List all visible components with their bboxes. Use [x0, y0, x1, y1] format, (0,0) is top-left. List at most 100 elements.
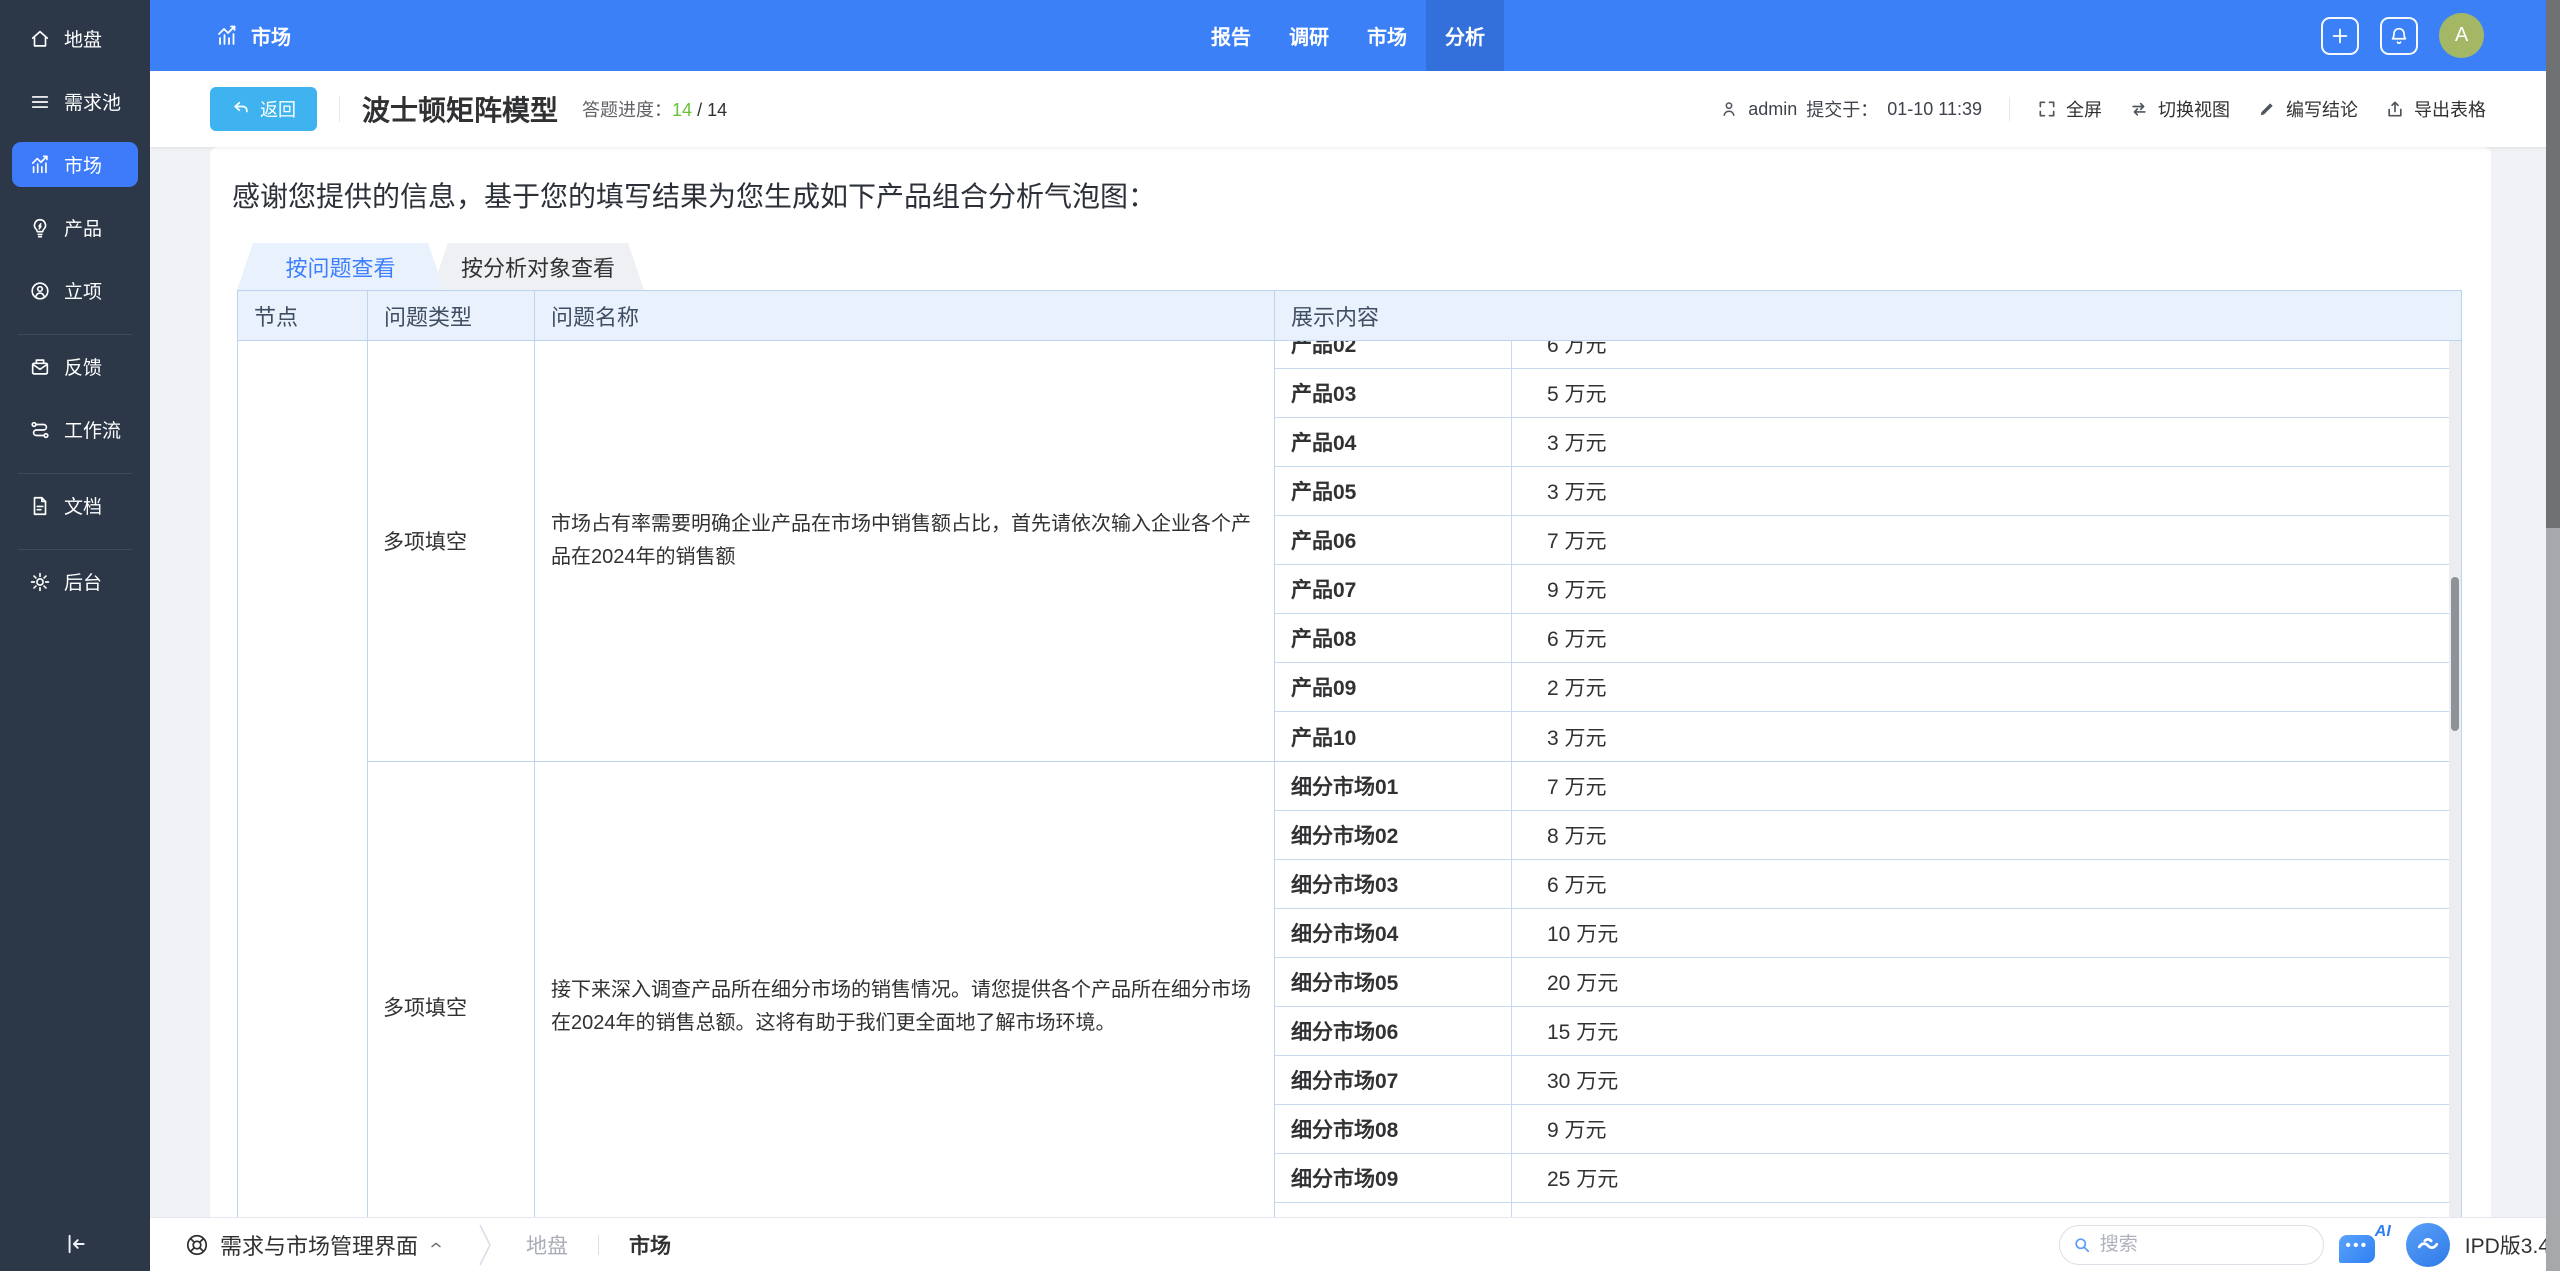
column-header-type: 问题类型 [368, 291, 535, 340]
workspace-selector[interactable]: 需求与市场管理界面 [184, 1229, 444, 1261]
divider [339, 96, 340, 122]
display-content-cell: 产品026 万元 产品035 万元 产品043 万元 产品053 万元 产品06… [1275, 341, 2449, 761]
table-row: 细分市场0410 万元 [1275, 909, 2449, 958]
question-type-cell: 多项填空 [368, 341, 535, 761]
table-row: 细分市场017 万元 [1275, 762, 2449, 811]
notifications-button[interactable] [2380, 17, 2418, 55]
switch-view-button[interactable]: 切换视图 [2129, 96, 2230, 122]
sidebar-item-market[interactable]: 市场 [0, 142, 150, 199]
ai-chat-icon: ••• [2339, 1235, 2375, 1263]
question-name-cell: 市场占有率需要明确企业产品在市场中销售额占比，首先请依次输入企业各个产品在202… [535, 341, 1275, 761]
search-input[interactable] [2100, 1234, 2280, 1256]
tab-by-object[interactable]: 按分析对象查看 [432, 243, 644, 290]
analysis-card: 感谢您提供的信息，基于您的填写结果为您生成如下产品组合分析气泡图： 按问题查看 … [210, 147, 2491, 1217]
sidebar-item-feedback[interactable]: 反馈 [0, 344, 150, 401]
table-row: 细分市场0925 万元 [1275, 1154, 2449, 1203]
sidebar-item-project[interactable]: 立项 [0, 268, 150, 325]
submit-time: 01-10 11:39 [1887, 99, 1982, 120]
table-scrollbar[interactable] [2449, 341, 2461, 1217]
table-row: 产品103 万元 [1275, 712, 2449, 761]
version-label: IPD版3.4 [2465, 1230, 2550, 1260]
write-conclusion-button[interactable]: 编写结论 [2257, 96, 2358, 122]
page-toolbar: 返回 波士顿矩阵模型 答题进度：14 / 14 admin 提交于： 01-10… [150, 71, 2560, 147]
page-scrollbar-thumb[interactable] [2546, 0, 2560, 528]
sidebar: 地盘 需求池 市场 产品 立项 反馈 工作流 文档 后台 [0, 0, 150, 1271]
sidebar-item-docs[interactable]: 文档 [0, 483, 150, 540]
pencil-icon [2257, 99, 2277, 119]
mail-icon [29, 356, 51, 378]
table-row: 产品035 万元 [1275, 369, 2449, 418]
ipd-logo-icon [2406, 1223, 2450, 1267]
nav-tabs: 报告 调研 市场 分析 [1192, 0, 1504, 71]
sidebar-item-admin[interactable]: 后台 [0, 559, 150, 616]
workspace-label: 需求与市场管理界面 [220, 1229, 418, 1261]
breadcrumb-current: 市场 [629, 1230, 671, 1260]
table-header-row: 节点 问题类型 问题名称 展示内容 [237, 290, 2462, 341]
sidebar-item-product[interactable]: 产品 [0, 205, 150, 262]
add-button[interactable] [2321, 17, 2359, 55]
question-type-cell: 多项填空 [368, 762, 535, 1217]
nav-tab-report[interactable]: 报告 [1192, 0, 1270, 71]
table-row: 产品043 万元 [1275, 418, 2449, 467]
breadcrumb-parent[interactable]: 地盘 [526, 1230, 568, 1260]
column-header-node: 节点 [238, 291, 368, 340]
table-row: 产品086 万元 [1275, 614, 2449, 663]
question-group-1: 多项填空 市场占有率需要明确企业产品在市场中销售额占比，首先请依次输入企业各个产… [368, 341, 2449, 762]
table-row: 细分市场0615 万元 [1275, 1007, 2449, 1056]
ai-label: AI [2375, 1223, 2391, 1241]
wheel-icon [184, 1232, 210, 1258]
ai-assistant-button[interactable]: ••• AI [2339, 1223, 2391, 1267]
sidebar-item-home[interactable]: 地盘 [0, 16, 150, 73]
plus-icon [2329, 25, 2351, 47]
table-row: 细分市场036 万元 [1275, 860, 2449, 909]
table-row [1275, 1203, 2449, 1217]
nav-tab-market[interactable]: 市场 [1348, 0, 1426, 71]
submit-info: admin 提交于： 01-10 11:39 [1719, 96, 1982, 122]
page-title: 波士顿矩阵模型 [362, 89, 558, 129]
sidebar-item-label: 产品 [64, 214, 102, 241]
back-button-label: 返回 [260, 96, 296, 122]
table-row: 产品026 万元 [1275, 341, 2449, 369]
node-column-cell [238, 341, 368, 1217]
export-icon [2385, 99, 2405, 119]
nav-tab-survey[interactable]: 调研 [1270, 0, 1348, 71]
gear-icon [29, 571, 51, 593]
divider [2009, 97, 2010, 121]
sidebar-item-label: 立项 [64, 277, 102, 304]
divider [598, 1235, 599, 1255]
bottom-bar: 需求与市场管理界面 地盘 市场 ••• AI IPD版3.4 [150, 1217, 2560, 1271]
sidebar-divider [18, 334, 132, 335]
progress-indicator: 答题进度：14 / 14 [582, 96, 727, 122]
export-table-button[interactable]: 导出表格 [2385, 96, 2486, 122]
fullscreen-icon [2037, 99, 2057, 119]
table-body-viewport: 多项填空 市场占有率需要明确企业产品在市场中销售额占比，首先请依次输入企业各个产… [237, 341, 2462, 1217]
question-table: 节点 问题类型 问题名称 展示内容 多项填空 市场占有率需要明确企业产品在市场中… [237, 290, 2462, 1217]
content-area: 感谢您提供的信息，基于您的填写结果为您生成如下产品组合分析气泡图： 按问题查看 … [150, 147, 2560, 1217]
nav-brand[interactable]: 市场 [215, 21, 291, 50]
avatar[interactable]: A [2439, 13, 2484, 58]
caret-up-icon [428, 1237, 444, 1253]
nav-actions: A [2321, 0, 2484, 71]
sidebar-item-workflow[interactable]: 工作流 [0, 407, 150, 464]
person-circle-icon [29, 280, 51, 302]
collapse-icon [62, 1231, 88, 1257]
bulb-icon [29, 217, 51, 239]
sidebar-item-label: 文档 [64, 492, 102, 519]
document-icon [29, 495, 51, 517]
table-scrollbar-thumb[interactable] [2451, 577, 2459, 731]
back-button[interactable]: 返回 [210, 87, 317, 131]
chart-icon [29, 154, 51, 176]
tab-by-question[interactable]: 按问题查看 [237, 243, 444, 290]
sidebar-item-label: 需求池 [64, 88, 121, 115]
column-header-display: 展示内容 [1275, 291, 2461, 340]
table-row: 细分市场028 万元 [1275, 811, 2449, 860]
sidebar-item-demand-pool[interactable]: 需求池 [0, 79, 150, 136]
fullscreen-button[interactable]: 全屏 [2037, 96, 2102, 122]
nav-tab-analysis[interactable]: 分析 [1426, 0, 1504, 71]
sidebar-collapse-button[interactable] [0, 1217, 150, 1271]
page-scrollbar[interactable] [2546, 0, 2560, 1271]
table-row: 细分市场0730 万元 [1275, 1056, 2449, 1105]
back-arrow-icon [231, 99, 251, 119]
switch-view-icon [2129, 99, 2149, 119]
sidebar-item-label: 地盘 [64, 25, 102, 52]
